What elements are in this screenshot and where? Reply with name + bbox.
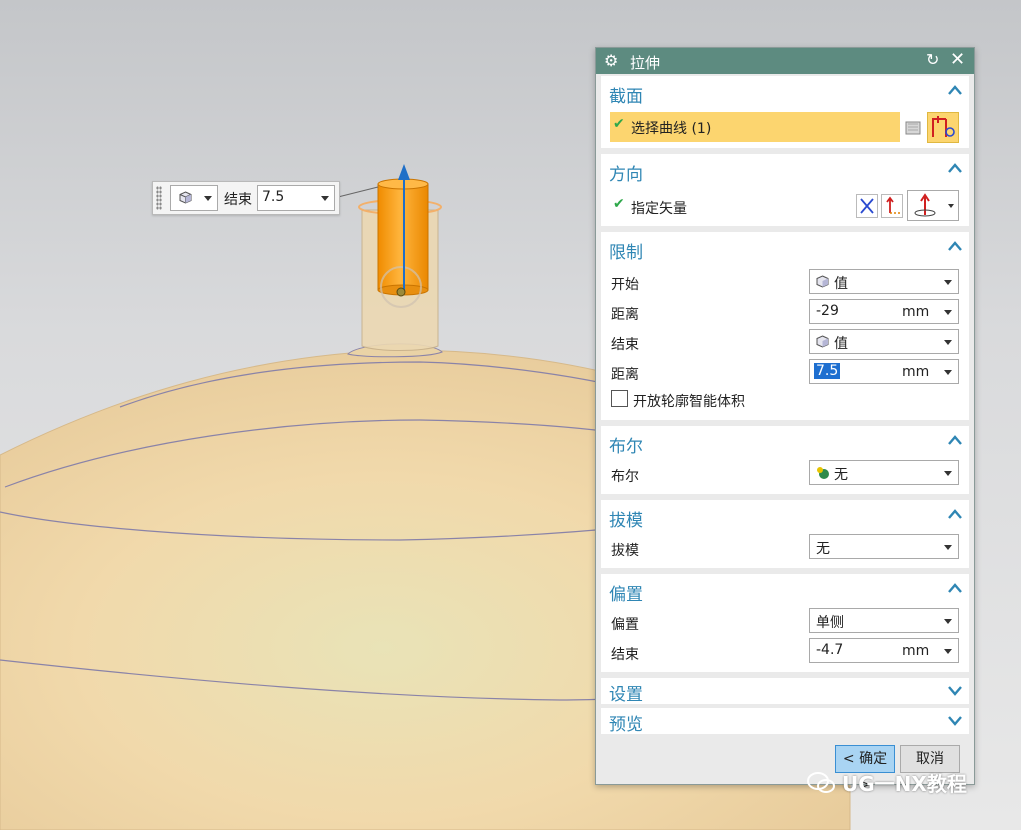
extrude-dialog: ⚙ 拉伸 ↻ ✕ 截面 ✔ 选择曲线 (1) 方向 ✔ 指定矢量 限制 开始 值… (595, 47, 975, 793)
end-distance-label: 距离 (611, 367, 639, 383)
select-curve-label: 选择曲线 (1) (631, 121, 712, 137)
end-type-dropdown[interactable]: 值 (809, 329, 959, 354)
chevron-down-icon (944, 280, 952, 285)
end-label: 结束 (611, 337, 639, 353)
direction-panel: 方向 ✔ 指定矢量 (601, 154, 969, 226)
start-label: 开始 (611, 277, 639, 293)
draft-dropdown[interactable]: 无 (809, 534, 959, 559)
specify-vector-label: 指定矢量 (631, 201, 687, 217)
end-distance-value: 7.5 (814, 363, 841, 379)
chevron-down-icon (944, 340, 952, 345)
section-panel: 截面 ✔ 选择曲线 (1) (601, 76, 969, 148)
boolean-panel: 布尔 布尔 无 (601, 426, 969, 494)
draft-header[interactable]: 拔模 (609, 506, 643, 531)
unit-label: mm (902, 643, 930, 659)
chevron-up-icon[interactable] (947, 508, 963, 520)
offset-value: 单侧 (816, 615, 844, 631)
check-icon: ✔ (613, 196, 625, 212)
check-icon: ✔ (613, 116, 625, 132)
boolean-label: 布尔 (611, 469, 639, 485)
limits-panel: 限制 开始 值 距离 -29 mm 结束 值 距离 7.5 mm 开放轮廓智能体… (601, 232, 969, 420)
end-value-input[interactable]: 7.5 (257, 185, 335, 211)
section-header[interactable]: 截面 (609, 82, 643, 107)
chevron-up-icon[interactable] (947, 434, 963, 446)
start-distance-value: -29 (816, 303, 839, 319)
curve-icon[interactable] (927, 112, 959, 143)
chevron-down-icon[interactable] (947, 714, 963, 726)
limit-type-dropdown[interactable] (170, 185, 218, 211)
unit-label: mm (902, 364, 930, 380)
start-type-value: 值 (834, 276, 848, 292)
chevron-down-icon (204, 196, 212, 201)
leader-line (337, 186, 379, 198)
start-distance-label: 距离 (611, 307, 639, 323)
select-curve-row[interactable]: ✔ 选择曲线 (1) (610, 112, 900, 142)
value-cube-icon (816, 275, 829, 292)
close-icon[interactable]: ✕ (950, 49, 965, 70)
offset-end-value: -4.7 (816, 642, 844, 658)
dialog-titlebar[interactable]: ⚙ 拉伸 ↻ ✕ (596, 48, 974, 74)
draft-value: 无 (816, 541, 830, 557)
offset-dropdown[interactable]: 单侧 (809, 608, 959, 633)
offset-end-input[interactable]: -4.7 mm (809, 638, 959, 663)
boolean-none-icon (816, 466, 830, 484)
start-distance-input[interactable]: -29 mm (809, 299, 959, 324)
chevron-up-icon[interactable] (947, 162, 963, 174)
gear-icon[interactable]: ⚙ (604, 51, 618, 70)
settings-panel[interactable]: 设置 (601, 678, 969, 705)
drag-handle (396, 287, 406, 297)
chevron-down-icon (944, 471, 952, 476)
end-type-value: 值 (834, 336, 848, 352)
chevron-down-icon (944, 370, 952, 375)
offset-panel: 偏置 偏置 单侧 结束 -4.7 mm (601, 574, 969, 672)
chevron-down-icon[interactable] (947, 684, 963, 696)
vector-type-dropdown[interactable] (907, 190, 959, 221)
floating-end-toolbar[interactable]: 结束 7.5 (152, 181, 340, 215)
start-type-dropdown[interactable]: 值 (809, 269, 959, 294)
chevron-down-icon (948, 204, 954, 208)
watermark: UG一NX教程 (806, 768, 967, 800)
draft-label: 拔模 (611, 543, 639, 559)
dialog-title: 拉伸 (630, 54, 661, 72)
open-profile-checkbox[interactable] (611, 390, 628, 407)
reverse-direction-icon[interactable] (856, 194, 878, 218)
boolean-value: 无 (834, 467, 848, 483)
value-cube-icon (816, 335, 829, 352)
chevron-down-icon (944, 619, 952, 624)
chevron-up-icon[interactable] (947, 582, 963, 594)
offset-label: 偏置 (611, 617, 639, 633)
end-value-text: 7.5 (262, 189, 285, 205)
settings-header[interactable]: 设置 (609, 680, 643, 705)
wechat-icon (806, 771, 836, 800)
end-distance-input[interactable]: 7.5 mm (809, 359, 959, 384)
chevron-down-icon (321, 196, 329, 201)
open-profile-label: 开放轮廓智能体积 (633, 394, 745, 410)
chevron-up-icon[interactable] (947, 84, 963, 96)
drag-grip[interactable] (156, 186, 162, 210)
reset-icon[interactable]: ↻ (926, 50, 939, 69)
offset-header[interactable]: 偏置 (609, 580, 643, 605)
unit-label: mm (902, 304, 930, 320)
offset-end-label: 结束 (611, 647, 639, 663)
sketch-section-icon[interactable] (903, 116, 925, 140)
direction-arrow-head (398, 164, 410, 180)
chevron-down-icon (944, 310, 952, 315)
direction-header[interactable]: 方向 (609, 160, 643, 185)
chevron-down-icon (944, 545, 952, 550)
limits-header[interactable]: 限制 (609, 238, 643, 263)
boolean-header[interactable]: 布尔 (609, 432, 643, 457)
value-cube-icon (179, 191, 192, 208)
draft-panel: 拔模 拔模 无 (601, 500, 969, 568)
boolean-dropdown[interactable]: 无 (809, 460, 959, 485)
preview-header[interactable]: 预览 (609, 710, 643, 735)
chevron-up-icon[interactable] (947, 240, 963, 252)
vector-dialog-icon[interactable] (881, 194, 903, 218)
chevron-down-icon (944, 649, 952, 654)
end-label: 结束 (224, 192, 252, 208)
watermark-text: UG一NX教程 (842, 772, 967, 796)
preview-panel[interactable]: 预览 (601, 708, 969, 735)
